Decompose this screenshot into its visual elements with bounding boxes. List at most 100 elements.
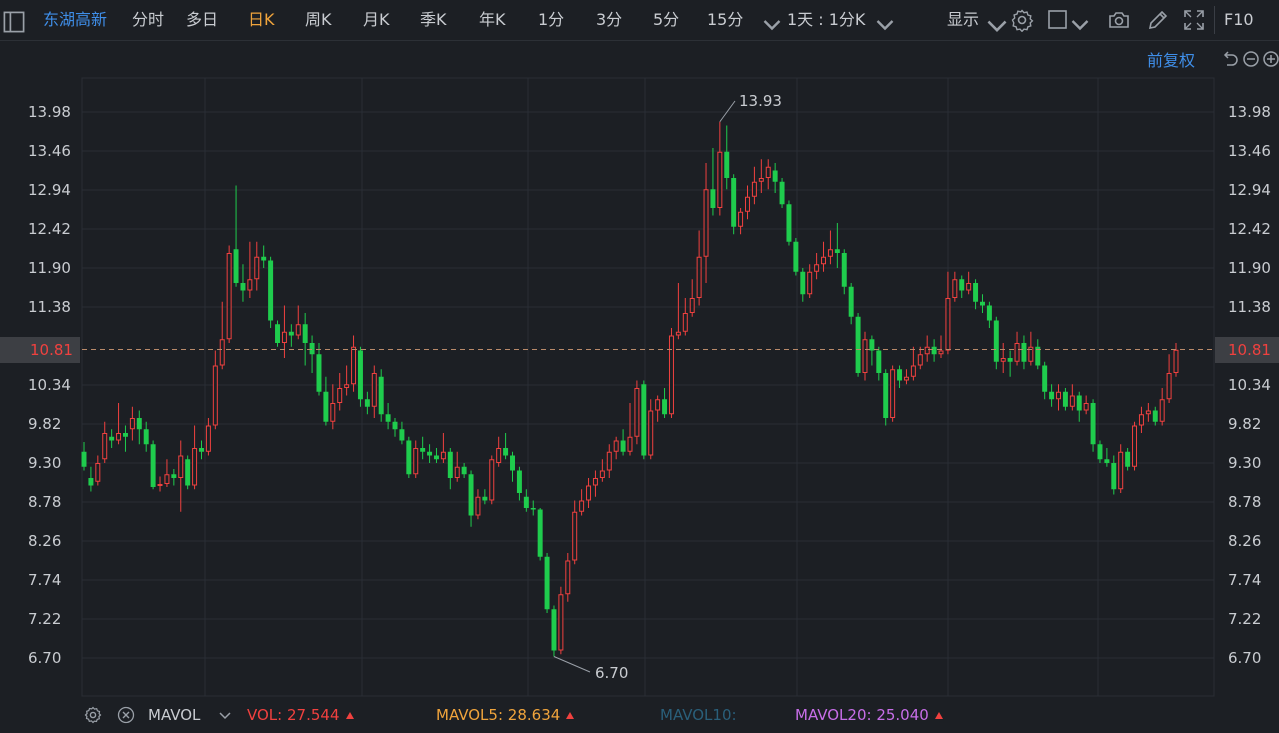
mavol10-readout: MAVOL10:: [660, 697, 737, 733]
square-chevron-down-icon[interactable]: [1068, 12, 1089, 31]
square-icon[interactable]: [1046, 8, 1070, 32]
y-tick-label-right: 8.26: [1228, 532, 1261, 550]
low-marker-label: 6.70: [595, 664, 628, 682]
tab-period-multiday[interactable]: 多日: [186, 0, 218, 40]
candle-body-down: [150, 444, 156, 487]
candle-body-up: [689, 298, 695, 313]
candle-body-down: [779, 181, 785, 205]
candle-body-down: [406, 440, 412, 475]
close-icon[interactable]: [117, 706, 135, 724]
mavol5-label: MAVOL5:: [436, 706, 504, 724]
candle-body-down: [537, 509, 543, 557]
candle-body-down: [268, 260, 274, 321]
fullscreen-icon[interactable]: [1182, 8, 1206, 32]
pen-icon[interactable]: [1146, 8, 1170, 32]
candle-body-up: [579, 500, 585, 512]
f10-button[interactable]: F10: [1224, 0, 1254, 40]
candle-body-up: [751, 181, 757, 197]
candle-body-down: [447, 451, 453, 478]
candle-body-up: [212, 365, 218, 426]
display-chevron-down-icon[interactable]: [985, 13, 1007, 32]
interval-selector[interactable]: 1天 : 1分K: [787, 0, 865, 40]
gear-icon[interactable]: [84, 706, 102, 724]
candle-body-up: [634, 388, 640, 437]
candle-body-up: [1138, 414, 1144, 426]
candle-body-up: [917, 354, 923, 366]
y-tick-label-left: 13.46: [28, 142, 71, 160]
candle-body-down: [109, 436, 115, 441]
vol-readout: VOL: 27.544: [247, 697, 354, 733]
candle-body-down: [88, 478, 94, 486]
current-price-label-left: 10.81: [30, 341, 73, 359]
candle-body-down: [240, 283, 246, 291]
interval-label: 1天 : 1分K: [787, 10, 866, 29]
candle-body-up: [344, 384, 350, 388]
mavol10-label: MAVOL10:: [660, 706, 737, 724]
candle-body-up: [558, 594, 564, 651]
sidebar-toggle-icon[interactable]: [2, 10, 25, 33]
candle-body-down: [662, 399, 668, 415]
y-tick-label-left: 11.90: [28, 259, 71, 277]
candle-body-down: [199, 448, 204, 452]
y-tick-label-left: 7.22: [28, 610, 61, 628]
y-tick-label-left: 8.26: [28, 532, 61, 550]
candle-body-down: [786, 204, 792, 242]
indicator-name[interactable]: MAVOL: [148, 697, 200, 733]
candle-body-up: [945, 298, 951, 351]
candle-body-down: [1062, 391, 1068, 407]
candle-body-up: [738, 211, 744, 227]
candle-body-down: [620, 440, 626, 452]
adjust-mode-label[interactable]: 前复权: [1147, 47, 1195, 71]
stock-name[interactable]: 东湖高新: [43, 0, 107, 40]
interval-chevron-down-icon[interactable]: [873, 12, 894, 31]
candle-body-down: [233, 249, 239, 283]
candle-body-up: [205, 425, 211, 452]
candle-body-down: [544, 556, 550, 610]
settings-icon[interactable]: [1010, 8, 1034, 33]
y-tick-label-left: 8.78: [28, 493, 61, 511]
candle-body-down: [316, 354, 322, 392]
tab-period-weekly[interactable]: 周K: [305, 0, 332, 40]
candle-body-up: [295, 324, 301, 336]
zoom-out-icon[interactable]: [1242, 50, 1260, 68]
candle-body-down: [1111, 463, 1117, 490]
candle-body-up: [157, 484, 163, 486]
candle-body-down: [931, 346, 937, 355]
tab-period-intraday[interactable]: 分时: [132, 0, 164, 40]
candle-body-down: [1007, 358, 1013, 362]
up-arrow-icon: [345, 712, 354, 719]
candle-body-up: [572, 511, 578, 561]
candle-body-down: [433, 455, 439, 460]
candle-body-up: [696, 256, 702, 298]
up-arrow-icon: [934, 712, 943, 719]
display-label: 显示: [947, 10, 980, 29]
candle-body-up: [627, 436, 633, 452]
vol-label: VOL:: [247, 706, 283, 724]
candle-body-up: [337, 388, 343, 403]
tab-period-quarterly[interactable]: 季K: [420, 0, 447, 40]
candle-body-up: [675, 331, 681, 336]
candle-body-down: [503, 448, 509, 456]
tab-period-monthly[interactable]: 月K: [363, 0, 390, 40]
candle-body-up: [606, 451, 612, 471]
tab-period-5min[interactable]: 5分: [653, 0, 679, 40]
undo-icon[interactable]: [1222, 50, 1240, 68]
tab-period-daily[interactable]: 日K: [248, 0, 275, 40]
tab-period-15min[interactable]: 15分: [707, 0, 743, 40]
candle-body-up: [1056, 391, 1061, 400]
zoom-in-icon[interactable]: [1262, 50, 1279, 68]
candlestick-chart[interactable]: 13.98 13.46 12.94 12.42 11.90 11.38 10.34 9.82 9…: [0, 40, 1279, 697]
y-tick-label-right: 9.82: [1228, 415, 1261, 433]
display-menu[interactable]: 显示: [947, 0, 979, 40]
indicator-chevron-down-icon[interactable]: [218, 707, 232, 721]
camera-icon[interactable]: [1107, 8, 1131, 32]
tab-period-3min[interactable]: 3分: [596, 0, 622, 40]
tab-period-1min[interactable]: 1分: [538, 0, 564, 40]
candle-body-down: [523, 496, 529, 508]
candle-body-down: [1104, 459, 1110, 463]
tab-period-yearly[interactable]: 年K: [479, 0, 506, 40]
y-tick-label-right: 10.34: [1228, 376, 1271, 394]
candle-body-down: [510, 455, 515, 471]
chevron-down-icon[interactable]: [760, 12, 781, 31]
candle-body-down: [1021, 343, 1027, 362]
